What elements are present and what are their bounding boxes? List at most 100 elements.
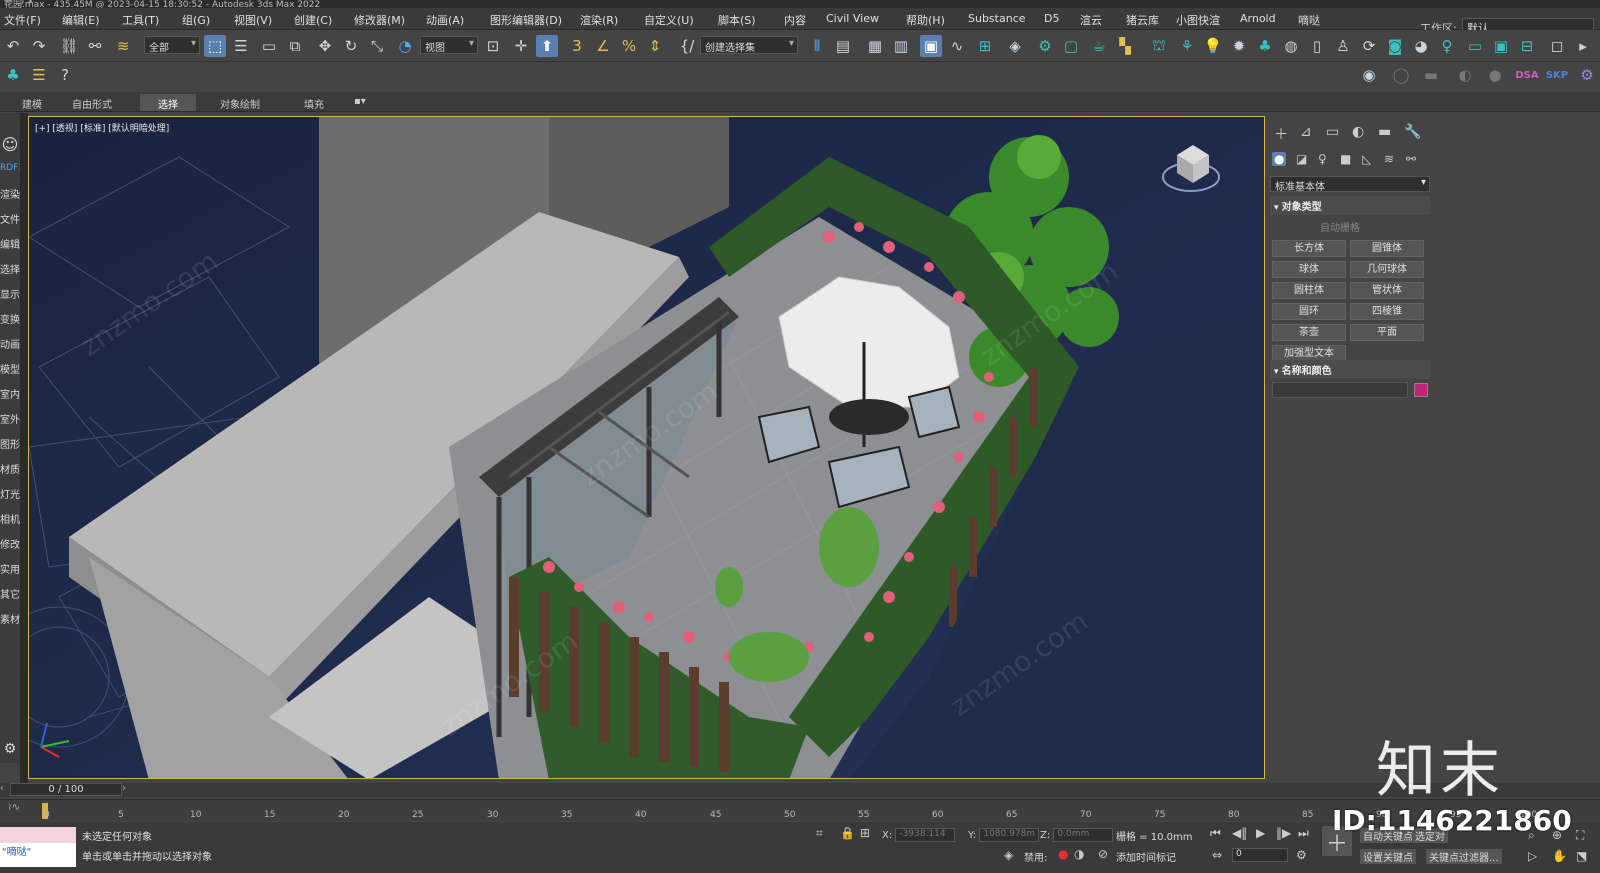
left-menu-utility[interactable]: 实用 bbox=[0, 561, 20, 576]
menu-tools[interactable]: 工具(T) bbox=[122, 12, 159, 28]
left-settings-icon[interactable]: ⚙ bbox=[0, 741, 20, 757]
undo-icon[interactable]: ↶ bbox=[2, 35, 24, 57]
create-tab-icon[interactable]: ＋ bbox=[1274, 124, 1288, 144]
place-icon[interactable]: ◔ bbox=[394, 35, 416, 57]
keyboard-shortcut-toggle-icon[interactable]: ⬆ bbox=[536, 35, 558, 57]
palette-icon[interactable]: ◕ bbox=[1410, 35, 1432, 57]
tab-object-paint[interactable]: 对象绘制 bbox=[212, 94, 268, 111]
spacewarps-icon[interactable]: ≋ bbox=[1384, 152, 1394, 166]
object-type-header[interactable]: 对象类型 bbox=[1270, 196, 1430, 215]
dsa-icon[interactable]: DSA bbox=[1515, 64, 1538, 86]
left-menu-edit[interactable]: 编辑 bbox=[0, 236, 20, 251]
tab-freeform[interactable]: 自由形式 bbox=[64, 94, 120, 111]
modify-tab-icon[interactable]: ⊿ bbox=[1300, 124, 1312, 140]
menu-dida[interactable]: 嘀哒 bbox=[1298, 12, 1320, 28]
autogrid-checkbox[interactable]: 自动栅格 bbox=[1270, 215, 1430, 238]
viewer-icon[interactable]: ◙ bbox=[1384, 35, 1406, 57]
list-icon[interactable]: ☰ bbox=[28, 64, 50, 86]
move-icon[interactable]: ✥ bbox=[314, 35, 336, 57]
display-tab-icon[interactable]: ▬ bbox=[1378, 124, 1391, 140]
cylinder-button[interactable]: 圆柱体 bbox=[1272, 282, 1346, 299]
geometry-category-dropdown[interactable]: 标准基本体 bbox=[1270, 176, 1430, 193]
rendered-frame-icon[interactable]: ▢ bbox=[1060, 35, 1082, 57]
menu-xiaotu[interactable]: 小图快渲 bbox=[1176, 12, 1220, 28]
align-icon[interactable]: ▤ bbox=[832, 35, 854, 57]
menu-graph-editors[interactable]: 图形编辑器(D) bbox=[490, 12, 562, 28]
left-menu-other[interactable]: 其它 bbox=[0, 586, 20, 601]
menu-help[interactable]: 帮助(H) bbox=[906, 12, 945, 28]
menu-substance[interactable]: Substance bbox=[968, 12, 1026, 25]
render-production-icon[interactable]: ☕ bbox=[1088, 35, 1110, 57]
tab-modeling[interactable]: 建模 bbox=[14, 94, 50, 111]
dida-icon[interactable]: ◑ bbox=[1074, 847, 1084, 861]
time-slider[interactable]: 0 / 100 bbox=[10, 783, 122, 796]
menu-file[interactable]: 文件(F) bbox=[4, 12, 41, 28]
angle-snap-icon[interactable]: ∠ bbox=[592, 35, 614, 57]
schematic-view-icon[interactable]: ⊞ bbox=[974, 35, 996, 57]
redo-icon[interactable]: ↷ bbox=[28, 35, 50, 57]
mirror-icon[interactable]: ⫴ bbox=[806, 35, 828, 57]
left-menu-animation[interactable]: 动画 bbox=[0, 336, 20, 351]
abs-rel-toggle-icon[interactable]: ⊞ bbox=[860, 826, 870, 840]
systems-icon[interactable]: ⚯ bbox=[1406, 152, 1416, 166]
sun-icon[interactable]: ✹ bbox=[1228, 35, 1250, 57]
bulb-outline-icon[interactable]: ♀ bbox=[1436, 35, 1458, 57]
record-dot-icon[interactable]: ● bbox=[1058, 847, 1068, 861]
render-setup-icon[interactable]: ⚙ bbox=[1034, 35, 1056, 57]
left-menu-assets[interactable]: 素材 bbox=[0, 611, 20, 626]
globe-icon[interactable]: ◍ bbox=[1280, 35, 1302, 57]
adaptive-degradation-icon[interactable]: ◈ bbox=[1004, 848, 1013, 862]
y-field[interactable]: 1080.978m bbox=[979, 828, 1040, 842]
grid-window-icon[interactable]: ⊟ bbox=[1516, 35, 1538, 57]
menu-group[interactable]: 组(G) bbox=[182, 12, 210, 28]
tube-button[interactable]: 管状体 bbox=[1350, 282, 1424, 299]
next-key-icon[interactable]: ‖▶ bbox=[1276, 826, 1291, 840]
rect-select-region-icon[interactable]: ▭ bbox=[258, 35, 280, 57]
menu-arnold[interactable]: Arnold bbox=[1240, 12, 1276, 25]
prev-frame-icon[interactable]: ‹ bbox=[0, 783, 4, 794]
left-menu-interior[interactable]: 室内 bbox=[0, 386, 20, 401]
plugin-a-icon[interactable]: ⛫ bbox=[1148, 35, 1170, 57]
left-menu-light[interactable]: 灯光 bbox=[0, 486, 20, 501]
torus-button[interactable]: 圆环 bbox=[1272, 303, 1346, 320]
time-tag-icon[interactable]: ⊘ bbox=[1098, 847, 1108, 861]
layer-explorer-icon[interactable]: ▥ bbox=[890, 35, 912, 57]
left-menu-file[interactable]: 文件 bbox=[0, 211, 20, 226]
render-iterative-icon[interactable]: ▚ bbox=[1114, 35, 1136, 57]
help-icon[interactable]: ? bbox=[54, 64, 76, 86]
toggle-view-icon[interactable]: ◻ bbox=[1546, 35, 1568, 57]
goto-end-icon[interactable]: ⏭ bbox=[1298, 826, 1309, 841]
window-controls[interactable]: — ❐ ✕ bbox=[4, 0, 1590, 7]
perspective-viewport[interactable]: [+] [透视] [标准] [默认明暗处理] znzmo.com znzmo.c… bbox=[28, 116, 1265, 779]
menu-zhuyunku[interactable]: 猪云库 bbox=[1126, 12, 1159, 28]
plane-button[interactable]: 平面 bbox=[1350, 324, 1424, 341]
select-by-name-icon[interactable]: ☰ bbox=[230, 35, 252, 57]
helpers-icon[interactable]: ◺ bbox=[1362, 152, 1371, 166]
curve-editor-mini-icon[interactable]: ≀∿ bbox=[8, 802, 20, 813]
menu-views[interactable]: 视图(V) bbox=[234, 12, 272, 28]
left-menu-render[interactable]: 渲染 bbox=[0, 186, 20, 201]
snaps-toggle-icon[interactable]: 3 bbox=[566, 35, 588, 57]
geosphere-button[interactable]: 几何球体 bbox=[1350, 261, 1424, 278]
cameras-icon[interactable]: ■ bbox=[1340, 152, 1351, 166]
name-color-header[interactable]: 名称和颜色 bbox=[1270, 360, 1430, 379]
lock-selection-icon[interactable]: 🔒 bbox=[840, 826, 855, 840]
left-menu-rdf3[interactable]: RDF3 bbox=[0, 163, 24, 173]
skp-icon[interactable]: SKP bbox=[1546, 64, 1568, 86]
selection-filter-dropdown[interactable]: 全部 bbox=[144, 36, 200, 54]
pyramid-button[interactable]: 四棱锥 bbox=[1350, 303, 1424, 320]
scatter-icon[interactable]: ♣ bbox=[2, 64, 24, 86]
menu-d5[interactable]: D5 bbox=[1044, 12, 1059, 25]
pan-icon[interactable]: ✋ bbox=[1552, 849, 1567, 863]
shapes-icon[interactable]: ◪ bbox=[1296, 152, 1307, 166]
scene-explorer-icon[interactable]: ▦ bbox=[864, 35, 886, 57]
bottle-icon[interactable]: ♙ bbox=[1332, 35, 1354, 57]
screen-icon[interactable]: ▣ bbox=[1490, 35, 1512, 57]
left-menu-camera[interactable]: 相机 bbox=[0, 511, 20, 526]
object-name-field[interactable] bbox=[1272, 382, 1408, 398]
bind-spacewarp-icon[interactable]: ≋ bbox=[112, 35, 134, 57]
menu-xuanyun[interactable]: 渲云 bbox=[1080, 12, 1102, 28]
object-color-swatch[interactable] bbox=[1414, 383, 1428, 397]
motion-tab-icon[interactable]: ◐ bbox=[1352, 124, 1364, 140]
frame-icon[interactable]: ▭ bbox=[1464, 35, 1486, 57]
